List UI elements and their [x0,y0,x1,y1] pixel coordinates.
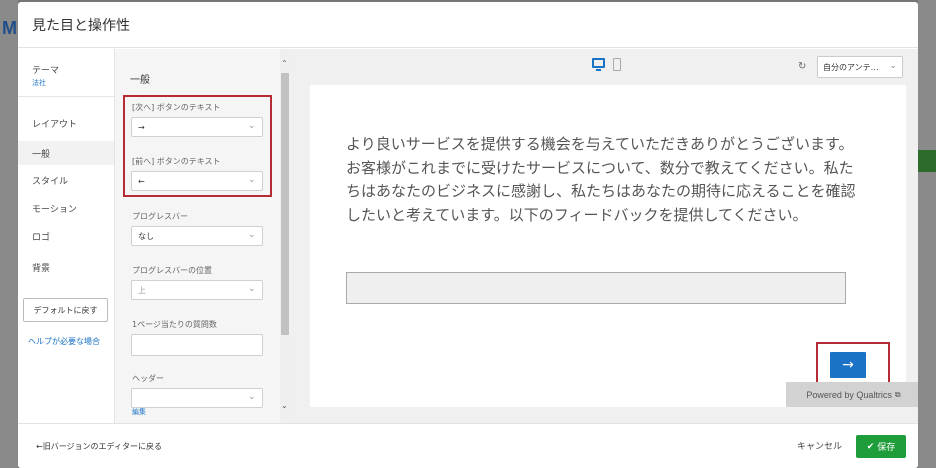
powered-by-text: Powered by Qualtrics [806,389,892,400]
language-select-value: 自分のアンテ… [823,62,879,72]
chevron-down-icon: ⌄ [248,284,256,294]
background-right-strip [918,0,936,468]
general-settings-panel: 一般 [次へ] ボタンのテキスト → ⌄ [前へ] ボタンのテキスト ← ⌄ プ… [115,49,280,423]
progress-bar-value: なし [138,231,154,241]
desktop-icon[interactable] [592,58,605,71]
nav-item-motion[interactable]: モーション [32,202,77,215]
background-left-strip: M [0,0,18,468]
cancel-button[interactable]: キャンセル [797,439,842,452]
chevron-down-icon: ⌄ [248,392,256,402]
nav-divider [18,96,114,97]
reset-default-button[interactable]: デフォルトに戻す [23,298,108,322]
section-title: 一般 [130,75,150,86]
theme-subtitle: 法社 [32,79,46,87]
modal-header: 見た目と操作性 [18,2,918,48]
save-button[interactable]: ✔ 保存 [856,435,906,458]
modal-title: 見た目と操作性 [32,16,130,33]
questions-per-page-label: 1ページ当たりの質問数 [132,320,217,329]
nav-item-theme[interactable]: テーマ [32,63,59,76]
nav-item-style[interactable]: スタイル [32,174,68,187]
progress-position-label: プログレスバーの位置 [132,266,212,275]
survey-preview: より良いサービスを提供する機会を与えていただきありがとうございます。お客様がこれ… [310,85,918,407]
powered-by-badge[interactable]: Powered by Qualtrics ⧉ [786,382,918,407]
refresh-icon[interactable]: ↻ [798,61,806,72]
progress-bar-label: プログレスバー [132,212,188,221]
external-link-icon: ⧉ [894,389,901,399]
progress-position-select[interactable]: 上 ⌄ [131,280,263,300]
scroll-up-icon[interactable]: ⌃ [281,59,288,68]
background-green-button [918,150,936,172]
look-and-feel-modal: 見た目と操作性 テーマ 法社 レイアウト 一般 スタイル モーション ロゴ 背景… [18,2,918,468]
nav-item-general[interactable]: 一般 [32,147,50,160]
save-label: 保存 [877,443,896,453]
header-select[interactable]: ⌄ [131,388,263,408]
nav-item-logo[interactable]: ロゴ [32,230,50,243]
device-toggle [592,58,621,71]
preview-pane: ↻ 自分のアンテ… ⌄ より良いサービスを提供する機会を与えていただきありがとう… [290,49,918,423]
mobile-icon[interactable] [613,58,621,71]
next-button[interactable]: → [830,352,866,378]
help-link[interactable]: ヘルプが必要な場合 [28,336,100,347]
brand-logo: M [2,18,17,38]
header-edit-link[interactable]: 編集 [132,407,146,417]
settings-scrollbar[interactable]: ⌃ ⌄ [280,49,290,423]
highlight-box-button-text [123,95,272,197]
settings-nav: テーマ 法社 レイアウト 一般 スタイル モーション ロゴ 背景 デフォルトに戻… [18,49,115,423]
nav-item-layout[interactable]: レイアウト [32,117,77,130]
scroll-down-icon[interactable]: ⌄ [281,401,288,410]
scrollbar-thumb[interactable] [281,73,289,335]
chevron-down-icon: ⌄ [248,230,256,240]
check-icon: ✔ [866,441,875,452]
answer-text-box[interactable] [346,272,846,304]
header-label: ヘッダー [132,374,164,383]
modal-footer: ←旧バージョンのエディターに戻る キャンセル ✔ 保存 [18,423,918,468]
question-text: より良いサービスを提供する機会を与えていただきありがとうございます。お客様がこれ… [346,135,856,224]
chevron-down-icon: ⌄ [889,61,897,71]
back-to-old-editor-link[interactable]: ←旧バージョンのエディターに戻る [36,441,162,452]
progress-bar-select[interactable]: なし ⌄ [131,226,263,246]
nav-item-background[interactable]: 背景 [32,261,50,274]
questions-per-page-input[interactable] [131,334,263,356]
progress-position-value: 上 [138,285,146,295]
language-select[interactable]: 自分のアンテ… ⌄ [817,56,903,78]
